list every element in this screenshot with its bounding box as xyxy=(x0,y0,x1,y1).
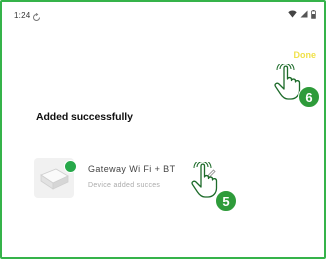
signal-icon xyxy=(300,10,308,18)
device-name: Gateway Wi Fi + BT xyxy=(88,164,176,174)
step-badge-6: 6 xyxy=(298,86,320,108)
success-check-icon xyxy=(64,160,77,173)
sync-icon xyxy=(32,9,41,21)
battery-icon xyxy=(311,9,316,19)
status-bar: 1:24 xyxy=(2,2,324,28)
device-status: Device added succes xyxy=(88,182,161,189)
step-badge-5: 5 xyxy=(215,190,237,212)
status-icons xyxy=(288,9,316,19)
page-title: Added successfully xyxy=(36,111,133,123)
device-list-item[interactable]: Gateway Wi Fi + BT Device added succes xyxy=(32,154,292,204)
wifi-icon xyxy=(288,10,297,18)
status-time: 1:24 xyxy=(14,11,31,20)
gateway-device-icon xyxy=(34,158,77,198)
done-button[interactable]: Done xyxy=(294,50,317,60)
phone-screen-frame: 1:24 Done 6 Added successfully Gateway W… xyxy=(0,0,326,259)
